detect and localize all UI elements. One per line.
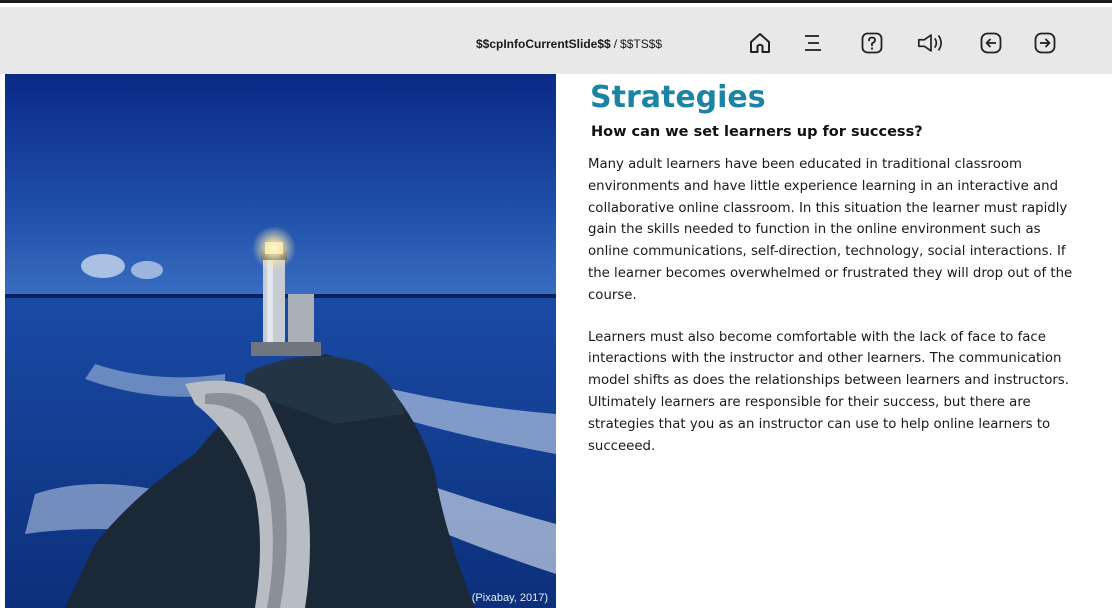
slide-current: $$cpInfoCurrentSlide$$: [476, 37, 611, 51]
back-button[interactable]: [976, 28, 1006, 58]
home-button[interactable]: [745, 28, 775, 58]
paragraph-1: Many adult learners have been educated i…: [588, 157, 1073, 303]
top-border: [0, 0, 1112, 7]
slide-content: Strategies How can we set learners up fo…: [586, 80, 1086, 457]
slide-title: Strategies: [590, 80, 766, 115]
help-icon: [861, 32, 883, 54]
slide-total: $$TS$$: [620, 37, 663, 51]
paragraph-2: Learners must also become comfortable wi…: [588, 329, 1069, 454]
back-icon: [980, 32, 1002, 54]
audio-icon: [917, 34, 942, 52]
forward-icon: [1034, 32, 1056, 54]
lighthouse-image: [5, 74, 556, 608]
menu-button[interactable]: [798, 28, 828, 58]
home-icon: [750, 33, 770, 53]
slide-counter: $$cpInfoCurrentSlide$$ / $$TS$$: [476, 37, 662, 57]
help-button[interactable]: [857, 28, 887, 58]
slide-separator: /: [613, 37, 618, 51]
forward-button[interactable]: [1030, 28, 1060, 58]
toolbar: $$cpInfoCurrentSlide$$ / $$TS$$: [0, 7, 1112, 74]
slide-subtitle: How can we set learners up for success?: [591, 124, 923, 140]
menu-icon: [805, 35, 821, 51]
audio-button[interactable]: [916, 28, 946, 58]
lighthouse-photo: (Pixabay, 2017): [5, 74, 556, 608]
image-credit: (Pixabay, 2017): [471, 592, 548, 604]
